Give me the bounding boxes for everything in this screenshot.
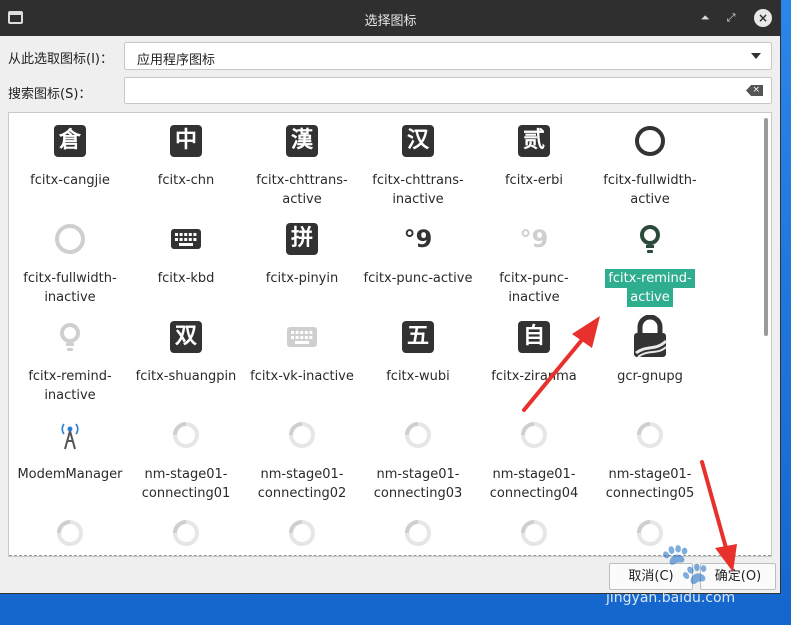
arrow-to-ok-button [700, 460, 737, 572]
annotation-arrows [522, 316, 737, 572]
arrow-to-selected-icon [522, 316, 600, 412]
